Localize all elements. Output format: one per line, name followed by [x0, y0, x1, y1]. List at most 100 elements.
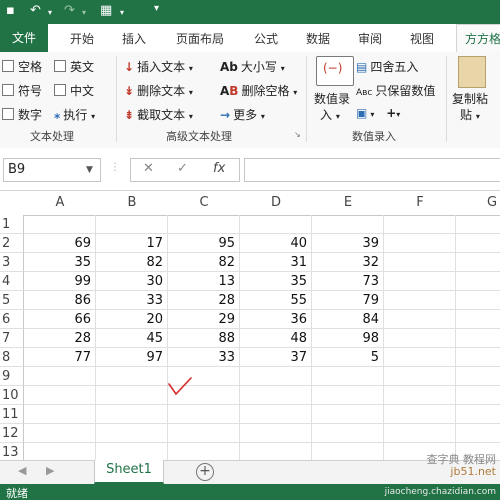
- cell-a1[interactable]: [24, 215, 96, 234]
- row-header-11[interactable]: 11: [0, 405, 24, 424]
- tab-formulas[interactable]: 公式: [254, 30, 278, 47]
- execute-button[interactable]: ⁎ 执行 ▾: [54, 106, 95, 123]
- chevron-down-icon[interactable]: ▾: [120, 8, 124, 17]
- cell-d7[interactable]: 48: [240, 329, 312, 348]
- formula-input[interactable]: [244, 158, 500, 182]
- cell-f11[interactable]: [384, 405, 456, 424]
- row-header-12[interactable]: 12: [0, 424, 24, 443]
- cell-f10[interactable]: [384, 386, 456, 405]
- cell-g6[interactable]: [456, 310, 500, 329]
- cell-a13[interactable]: [24, 443, 96, 460]
- cell-e13[interactable]: [312, 443, 384, 460]
- cell-a10[interactable]: [24, 386, 96, 405]
- column-header-g[interactable]: G: [456, 191, 500, 216]
- cell-b7[interactable]: 45: [96, 329, 168, 348]
- cell-b8[interactable]: 97: [96, 348, 168, 367]
- cell-g10[interactable]: [456, 386, 500, 405]
- chevron-down-icon[interactable]: ▾: [48, 8, 52, 17]
- cell-a5[interactable]: 86: [24, 291, 96, 310]
- row-header-6[interactable]: 6: [0, 310, 24, 329]
- cell-d8[interactable]: 37: [240, 348, 312, 367]
- cell-b11[interactable]: [96, 405, 168, 424]
- cancel-icon[interactable]: ✕: [143, 161, 154, 176]
- column-header-b[interactable]: B: [96, 191, 169, 216]
- tab-review[interactable]: 审阅: [358, 30, 382, 47]
- symbol-checkbox[interactable]: 符号: [2, 82, 42, 99]
- cell-b2[interactable]: 17: [96, 234, 168, 253]
- tab-data[interactable]: 数据: [306, 30, 330, 47]
- extract-text-button[interactable]: ⇟ 截取文本 ▾: [124, 106, 193, 123]
- cell-b1[interactable]: [96, 215, 168, 234]
- cell-g3[interactable]: [456, 253, 500, 272]
- cell-g2[interactable]: [456, 234, 500, 253]
- cell-c4[interactable]: 13: [168, 272, 240, 291]
- cell-d11[interactable]: [240, 405, 312, 424]
- cell-e3[interactable]: 32: [312, 253, 384, 272]
- column-header-c[interactable]: C: [168, 191, 241, 216]
- cell-c11[interactable]: [168, 405, 240, 424]
- cell-a3[interactable]: 35: [24, 253, 96, 272]
- customize-icon[interactable]: ▦: [100, 3, 112, 18]
- cell-a8[interactable]: 77: [24, 348, 96, 367]
- row-header-9[interactable]: 9: [0, 367, 24, 386]
- cell-b4[interactable]: 30: [96, 272, 168, 291]
- cell-c6[interactable]: 29: [168, 310, 240, 329]
- cell-g4[interactable]: [456, 272, 500, 291]
- delete-text-button[interactable]: ↡ 删除文本 ▾: [124, 82, 193, 99]
- chevron-down-icon[interactable]: ▾: [396, 110, 400, 119]
- column-header-e[interactable]: E: [312, 191, 385, 216]
- chevron-down-icon[interactable]: ▾: [370, 110, 374, 119]
- cell-b10[interactable]: [96, 386, 168, 405]
- column-header-f[interactable]: F: [384, 191, 457, 216]
- cell-a7[interactable]: 28: [24, 329, 96, 348]
- cell-e8[interactable]: 5: [312, 348, 384, 367]
- cell-c3[interactable]: 82: [168, 253, 240, 272]
- cell-e4[interactable]: 73: [312, 272, 384, 291]
- cell-c5[interactable]: 28: [168, 291, 240, 310]
- tab-file[interactable]: 文件: [0, 24, 49, 52]
- row-header-10[interactable]: 10: [0, 386, 24, 405]
- dialog-launcher-icon[interactable]: ↘: [294, 130, 301, 139]
- more-button[interactable]: → 更多 ▾: [220, 106, 265, 123]
- select-all-corner[interactable]: [0, 191, 25, 216]
- cell-e1[interactable]: [312, 215, 384, 234]
- row-header-4[interactable]: 4: [0, 272, 24, 291]
- copy-paste-button-label-2[interactable]: 贴 ▾: [460, 106, 480, 123]
- redo-icon[interactable]: ↷: [64, 3, 75, 18]
- cell-g12[interactable]: [456, 424, 500, 443]
- column-header-a[interactable]: A: [24, 191, 97, 216]
- cell-f4[interactable]: [384, 272, 456, 291]
- cell-a9[interactable]: [24, 367, 96, 386]
- cell-a2[interactable]: 69: [24, 234, 96, 253]
- cell-a11[interactable]: [24, 405, 96, 424]
- cell-b5[interactable]: 33: [96, 291, 168, 310]
- prev-sheet-icon[interactable]: ◀: [18, 464, 26, 477]
- column-header-d[interactable]: D: [240, 191, 313, 216]
- case-button[interactable]: Ab 大小写 ▾: [220, 58, 285, 75]
- cell-d2[interactable]: 40: [240, 234, 312, 253]
- cell-d13[interactable]: [240, 443, 312, 460]
- row-header-5[interactable]: 5: [0, 291, 24, 310]
- insert-text-button[interactable]: ↓ 插入文本 ▾: [124, 58, 193, 75]
- cell-f1[interactable]: [384, 215, 456, 234]
- value-entry-button-label[interactable]: 数值录: [314, 90, 350, 107]
- cell-d9[interactable]: [240, 367, 312, 386]
- cell-g1[interactable]: [456, 215, 500, 234]
- more-commands-icon[interactable]: ▾: [154, 3, 159, 14]
- tab-insert[interactable]: 插入: [122, 30, 146, 47]
- cell-d1[interactable]: [240, 215, 312, 234]
- keep-value-button[interactable]: Aʙc 只保留数值: [356, 82, 435, 99]
- calendar-icon[interactable]: ▣: [356, 106, 367, 120]
- cell-b12[interactable]: [96, 424, 168, 443]
- cell-c2[interactable]: 95: [168, 234, 240, 253]
- next-sheet-icon[interactable]: ▶: [46, 464, 54, 477]
- cell-d10[interactable]: [240, 386, 312, 405]
- cell-c8[interactable]: 33: [168, 348, 240, 367]
- add-sheet-icon[interactable]: +: [196, 463, 214, 481]
- name-box[interactable]: B9 ▼: [3, 158, 101, 182]
- row-header-8[interactable]: 8: [0, 348, 24, 367]
- row-header-7[interactable]: 7: [0, 329, 24, 348]
- cell-d5[interactable]: 55: [240, 291, 312, 310]
- cell-e10[interactable]: [312, 386, 384, 405]
- cell-f3[interactable]: [384, 253, 456, 272]
